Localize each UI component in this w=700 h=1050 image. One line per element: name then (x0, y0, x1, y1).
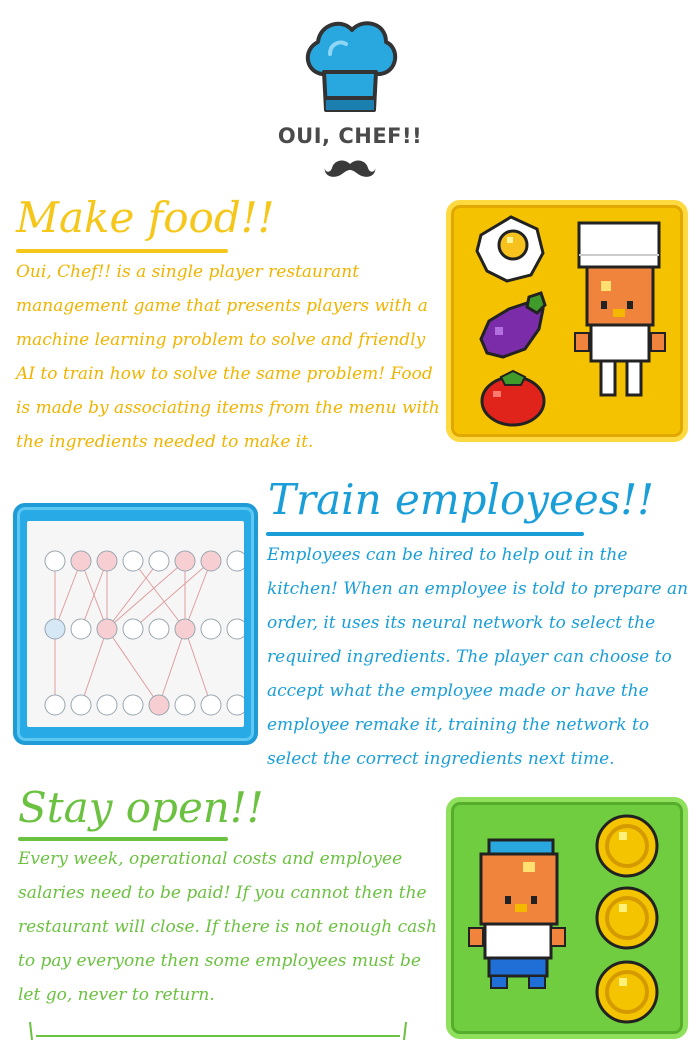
money-panel (446, 797, 688, 1039)
section-body-stay-open: Every week, operational costs and employ… (18, 849, 437, 1005)
section-title-train-employees: Train employees!! (268, 475, 654, 524)
section-divider (266, 532, 584, 536)
section-divider (18, 837, 228, 841)
mustache-icon (324, 160, 376, 177)
chef-hat-icon (306, 21, 397, 112)
section-body-make-food: Oui, Chef!! is a single player restauran… (16, 262, 440, 452)
neural-network-diagram (44, 550, 248, 716)
section-divider (16, 249, 228, 253)
chef-character-icon (574, 221, 666, 397)
neural-network-panel (13, 503, 258, 745)
brand-title: OUI, CHEF!! (277, 124, 423, 148)
signature-line-decoration (29, 1021, 407, 1041)
eggplant-icon (479, 291, 547, 359)
employee-character-icon (468, 838, 566, 989)
tomato-icon (480, 369, 546, 427)
fried-egg-icon (475, 215, 545, 283)
food-panel (446, 200, 688, 442)
gold-coin-icon (595, 886, 659, 950)
section-body-train-employees: Employees can be hired to help out in th… (267, 545, 689, 769)
section-title-make-food: Make food!! (16, 193, 275, 242)
section-title-stay-open: Stay open!! (18, 783, 264, 832)
gold-coin-icon (595, 814, 659, 878)
gold-coin-icon (595, 960, 659, 1024)
